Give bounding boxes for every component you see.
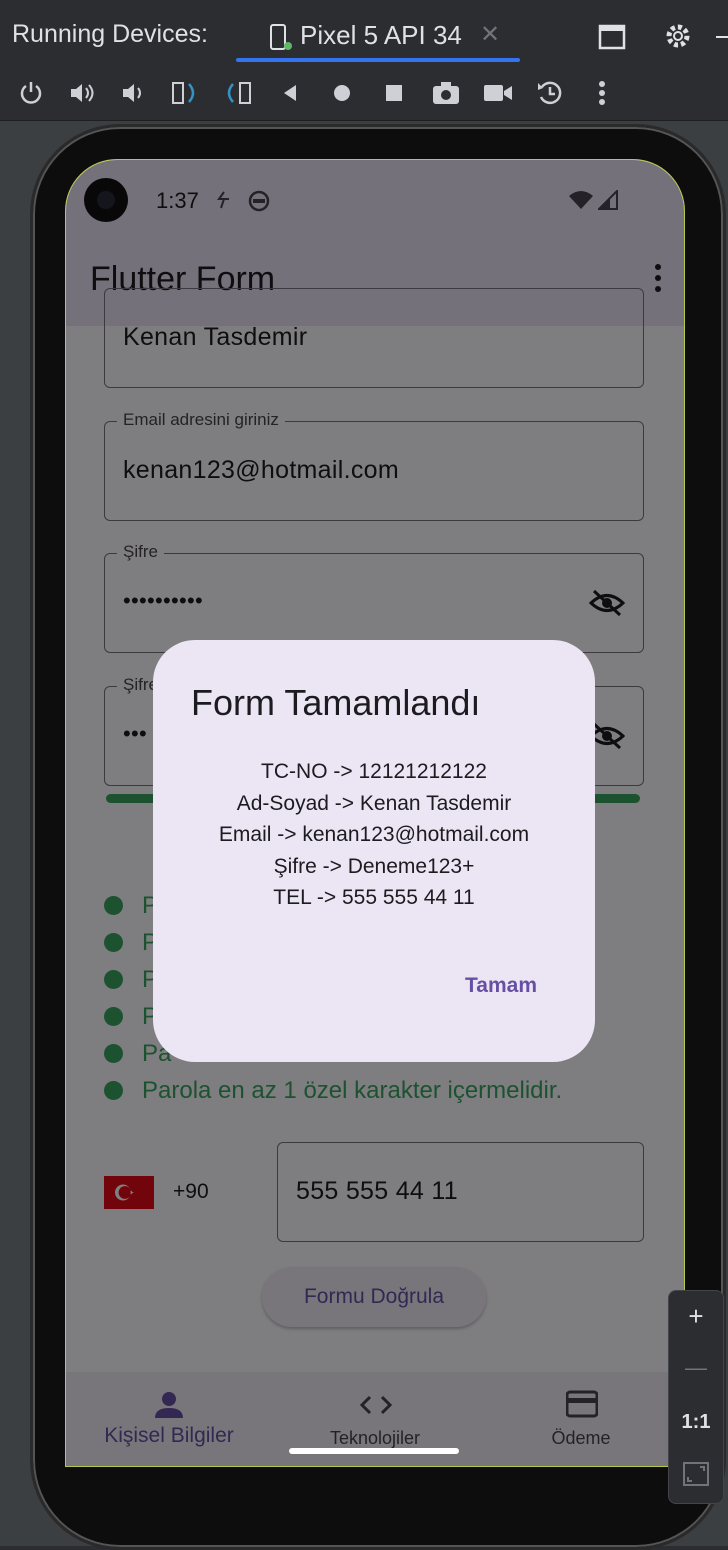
dialog-line: Email -> kenan123@hotmail.com (218, 823, 530, 846)
rotate-right-icon[interactable] (223, 78, 253, 108)
close-tab-icon[interactable]: ✕ (480, 20, 500, 49)
dialog-line: Ad-Soyad -> Kenan Tasdemir (236, 791, 512, 815)
snapshot-icon[interactable] (535, 78, 565, 108)
device-tab-label: Pixel 5 API 34 (300, 20, 462, 50)
screenshot-icon[interactable] (431, 78, 461, 108)
dialog-line: TEL -> 555 555 44 11 (273, 886, 475, 909)
minimize-icon[interactable] (716, 36, 728, 38)
active-tab-indicator (236, 58, 520, 62)
zoom-actual-size-button[interactable]: 1:1 (669, 1411, 723, 1434)
form-complete-dialog: Form Tamamlandı TC-NO -> 12121212122 Ad-… (153, 640, 595, 1062)
window-icon[interactable] (598, 24, 626, 55)
zoom-out-button[interactable]: — (669, 1355, 723, 1381)
volume-down-icon[interactable] (119, 78, 149, 108)
zoom-controls: + — 1:1 (668, 1290, 724, 1504)
gear-icon[interactable] (664, 22, 692, 55)
back-icon[interactable] (275, 78, 305, 108)
volume-up-icon[interactable] (68, 78, 98, 108)
screen-record-icon[interactable] (483, 78, 513, 108)
more-icon[interactable] (587, 78, 617, 108)
device-toolbar (0, 66, 728, 121)
fit-screen-icon[interactable] (682, 1461, 710, 1492)
panel-title: Running Devices: (12, 20, 208, 48)
phone-icon (268, 24, 292, 57)
dialog-line: Şifre -> Deneme123+ (273, 854, 475, 878)
dialog-line: TC-NO -> 12121212122 (261, 760, 487, 783)
dialog-content: TC-NO -> 12121212122 Ad-Soyad -> Kenan T… (153, 756, 595, 914)
power-icon[interactable] (16, 78, 46, 108)
running-devices-header: Running Devices: Pixel 5 API 34 ✕ (0, 0, 728, 64)
rotate-left-icon[interactable] (171, 78, 201, 108)
gesture-bar[interactable] (289, 1448, 459, 1454)
device-tab[interactable]: Pixel 5 API 34 ✕ (236, 14, 520, 62)
overview-icon[interactable] (379, 78, 409, 108)
ok-button[interactable]: Tamam (465, 974, 537, 998)
dialog-title: Form Tamamlandı (191, 682, 481, 723)
zoom-in-button[interactable]: + (669, 1301, 723, 1332)
home-icon[interactable] (327, 78, 357, 108)
